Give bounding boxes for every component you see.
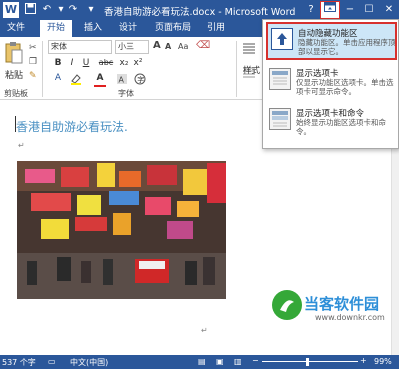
font-name-select[interactable]: 宋体 xyxy=(48,40,112,54)
menu-item-description: 隐藏功能区。单击应用程序顶部以显示它。 xyxy=(298,38,396,56)
watermark-url: www.downkr.com xyxy=(315,313,385,322)
show-tabs-and-commands-icon xyxy=(269,108,291,130)
zoom-slider-thumb[interactable] xyxy=(306,358,309,366)
tab-design[interactable]: 设计 xyxy=(112,20,144,37)
paragraph-mark: ↵ xyxy=(18,141,25,150)
enclose-char-icon[interactable]: 字 xyxy=(134,73,146,88)
tab-page-layout[interactable]: 页面布局 xyxy=(148,20,198,37)
styles-label[interactable]: 样式 xyxy=(243,64,260,76)
zoom-in-icon[interactable]: + xyxy=(360,356,367,365)
ribbon-display-options-menu: 自动隐藏功能区 隐藏功能区。单击应用程序顶部以显示它。 显示选项卡 仅显示功能区… xyxy=(262,19,399,149)
cut-icon[interactable]: ✂ xyxy=(29,43,37,53)
street-photo-image xyxy=(17,161,226,299)
help-button[interactable]: ? xyxy=(302,2,320,18)
strikethrough-button[interactable]: abc xyxy=(97,58,115,67)
subscript-button[interactable]: x₂ xyxy=(118,58,130,68)
proofing-icon[interactable]: ▭ xyxy=(48,357,56,366)
word-logo-icon: W xyxy=(3,2,19,18)
undo-icon[interactable]: ↶ xyxy=(40,3,54,17)
web-layout-icon[interactable]: ▥ xyxy=(234,357,242,366)
menu-item-description: 仅显示功能区选项卡。单击选项卡可显示命令。 xyxy=(296,78,394,96)
word-count[interactable]: 537 个字 xyxy=(2,357,36,368)
customize-qat-icon[interactable]: ▾ xyxy=(84,3,98,17)
font-group-label: 字体 xyxy=(118,89,134,98)
superscript-button[interactable]: x² xyxy=(132,58,144,68)
font-size-select[interactable]: 小三 xyxy=(115,40,149,54)
status-bar: 537 个字 ▭ 中文(中国) ▤ ▣ ▥ − + 99% xyxy=(0,355,399,369)
bold-button[interactable]: B xyxy=(52,58,64,68)
menu-item-show-tabs[interactable]: 显示选项卡 仅显示功能区选项卡。单击选项卡可显示命令。 xyxy=(266,64,397,102)
change-case-button[interactable]: Aa xyxy=(178,42,188,51)
watermark-brand: 当客软件园 xyxy=(304,295,380,313)
ribbon-display-options-icon xyxy=(324,2,336,12)
menu-item-show-tabs-and-commands[interactable]: 显示选项卡和命令 始终显示功能区选项卡和命令。 xyxy=(266,104,397,144)
show-tabs-icon xyxy=(269,68,291,90)
grow-font-button[interactable]: A xyxy=(153,40,161,51)
clipboard-group-label: 剪贴板 xyxy=(4,89,28,98)
hong-kong-street-photo[interactable] xyxy=(17,161,226,299)
read-mode-icon[interactable]: ▤ xyxy=(198,357,206,366)
svg-text:字: 字 xyxy=(137,75,144,84)
italic-button[interactable]: I xyxy=(66,58,78,68)
zoom-level[interactable]: 99% xyxy=(374,357,392,366)
document-heading[interactable]: 香港自助游必看玩法. xyxy=(16,118,128,135)
close-button[interactable]: ✕ xyxy=(380,2,398,18)
font-color-swatch xyxy=(94,85,106,87)
align-icon[interactable] xyxy=(242,43,256,57)
redo-icon[interactable]: ↷ xyxy=(66,3,80,17)
menu-item-description: 始终显示功能区选项卡和命令。 xyxy=(296,118,386,136)
tab-file[interactable]: 文件 xyxy=(0,20,32,37)
minimize-button[interactable]: − xyxy=(341,2,359,18)
copy-icon[interactable]: ❐ xyxy=(29,57,37,67)
clear-formatting-icon[interactable]: ⌫ xyxy=(196,40,210,51)
group-divider xyxy=(42,41,43,97)
print-layout-icon[interactable]: ▣ xyxy=(216,357,224,366)
document-title: 香港自助游必看玩法.docx - Microsoft Word xyxy=(104,7,296,18)
tab-home[interactable]: 开始 xyxy=(40,20,72,37)
font-color-button[interactable]: A xyxy=(94,73,106,83)
char-shading-icon[interactable]: A xyxy=(116,73,128,88)
paragraph-mark: ↵ xyxy=(201,326,208,335)
maximize-button[interactable]: ☐ xyxy=(360,2,378,18)
underline-button[interactable]: U xyxy=(80,58,92,68)
title-bar: W ↶ ▾ ↷ ▾ 香港自助游必看玩法.docx - Microsoft Wor… xyxy=(0,0,399,20)
tab-references[interactable]: 引用 xyxy=(200,20,232,37)
text-effects-icon[interactable]: A xyxy=(52,73,64,83)
language-status[interactable]: 中文(中国) xyxy=(70,357,108,368)
highlight-icon[interactable] xyxy=(70,73,82,88)
zoom-out-icon[interactable]: − xyxy=(252,356,259,365)
svg-text:A: A xyxy=(119,76,125,85)
ribbon-display-options-button[interactable] xyxy=(320,1,340,19)
menu-item-auto-hide-ribbon[interactable]: 自动隐藏功能区 隐藏功能区。单击应用程序顶部以显示它。 xyxy=(266,22,397,60)
group-divider xyxy=(236,41,237,97)
zoom-slider[interactable] xyxy=(262,361,358,362)
brand-logo-icon xyxy=(272,290,302,320)
paste-button[interactable]: 粘贴 xyxy=(5,68,23,81)
auto-hide-ribbon-icon xyxy=(271,28,293,50)
save-icon[interactable] xyxy=(23,3,37,17)
paste-icon[interactable] xyxy=(4,41,24,65)
tab-insert[interactable]: 插入 xyxy=(77,20,109,37)
format-painter-icon[interactable]: ✎ xyxy=(29,71,37,81)
shrink-font-button[interactable]: A xyxy=(165,42,171,51)
